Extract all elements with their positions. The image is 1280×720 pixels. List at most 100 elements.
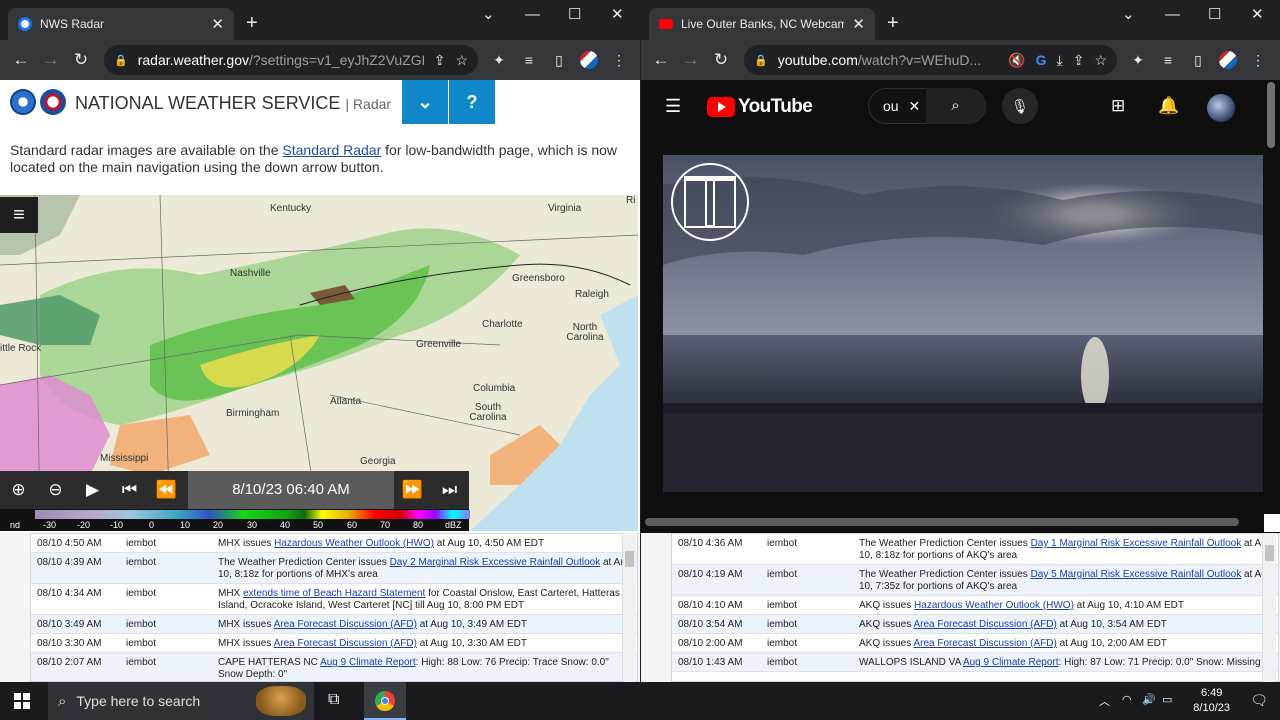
chrome-taskbar-button[interactable] [364,682,406,720]
browser-toolbar: ← → ↻ 🔒 radar.weather.gov/?settings=v1_e… [0,40,640,80]
battery-icon[interactable]: ▭ [1162,693,1172,706]
profile-avatar[interactable] [580,51,598,69]
browser-menu-icon[interactable]: ⋮ [1243,52,1273,69]
step-forward-icon[interactable]: ⏩ [394,480,431,500]
row-link[interactable]: Day 1 Marginal Risk Excessive Rainfall O… [1031,538,1242,549]
wifi-icon[interactable]: ◠ [1122,693,1132,706]
back-icon[interactable]: ← [6,50,36,70]
share-icon[interactable]: ⇪ [434,52,446,69]
audio-icon[interactable]: 🔇 [1008,52,1025,69]
close-window-icon[interactable]: ✕ [1251,6,1264,24]
youtube-search-box[interactable]: ou ✕ ⌕ [868,88,986,124]
notifications-icon[interactable]: 🗨 [1250,692,1268,709]
windows-start-icon[interactable] [14,693,30,709]
row-message: The Weather Prediction Center issues Day… [859,569,1273,592]
nav-dropdown-button[interactable]: ⌄ [402,80,448,124]
forward-icon[interactable]: → [676,50,706,70]
step-last-icon[interactable]: ⏭ [431,480,468,500]
search-input[interactable]: ou [883,98,899,115]
help-button[interactable]: ? [449,80,495,124]
row-author: iembot [767,569,798,580]
voice-search-button[interactable]: 🎙 [1002,88,1038,124]
row-link[interactable]: Day 5 Marginal Risk Excessive Rainfall O… [1031,569,1242,580]
reload-icon[interactable]: ↻ [706,50,736,70]
profile-avatar[interactable] [1219,51,1237,69]
step-first-icon[interactable]: ⏮ [111,480,148,500]
create-video-icon[interactable]: ⊞ [1111,96,1125,116]
address-bar[interactable]: 🔒 radar.weather.gov/?settings=v1_eyJhZ2V… [104,45,478,75]
tab-close-icon[interactable]: ✕ [211,15,224,33]
page-scrollbar[interactable] [1267,82,1275,148]
extensions-icon[interactable]: ✦ [484,52,514,69]
row-date: 08/10 3:49 AM [37,619,102,630]
row-link[interactable]: Area Forecast Discussion (AFD) [274,638,417,649]
reading-list-icon[interactable]: ≡ [514,52,544,68]
hamburger-icon: ≡ [13,204,25,226]
zoom-out-icon[interactable]: ⊖ [37,480,74,500]
reload-icon[interactable]: ↻ [66,50,96,70]
feed-scrollbar[interactable] [1262,533,1276,682]
row-link[interactable]: Aug 9 Climate Report [320,657,416,668]
map-menu-button[interactable]: ≡ [0,197,38,233]
row-message: AKQ issues Area Forecast Discussion (AFD… [859,619,1167,630]
reading-list-icon[interactable]: ≡ [1153,52,1183,68]
bookmark-star-icon[interactable]: ☆ [455,52,468,69]
share-icon[interactable]: ⇪ [1073,52,1085,69]
row-link[interactable]: extends time of Beach Hazard Statement [243,588,425,599]
side-panel-icon[interactable]: ▯ [1183,52,1213,69]
address-bar[interactable]: 🔒 youtube.com/watch?v=WEhuD... 🔇 G ⤓ ⇪ ☆ [744,45,1117,75]
notifications-bell-icon[interactable]: 🔔 [1158,96,1179,116]
volume-icon[interactable]: 🔊 [1142,693,1156,706]
google-icon[interactable]: G [1036,52,1047,68]
new-tab-icon[interactable]: + [246,10,258,36]
new-tab-icon[interactable]: + [887,10,899,36]
horizontal-scrollbar[interactable] [645,518,1239,526]
play-icon[interactable]: ▶ [74,480,111,500]
row-link[interactable]: Area Forecast Discussion (AFD) [913,619,1056,630]
bookmark-star-icon[interactable]: ☆ [1094,52,1107,69]
tray-chevron-up-icon[interactable]: ︿ [1099,693,1110,709]
tab-close-icon[interactable]: ✕ [852,15,865,33]
tab-search-chevron-icon[interactable]: ⌄ [482,6,495,24]
account-avatar[interactable] [1207,94,1235,122]
close-window-icon[interactable]: ✕ [611,6,624,24]
browser-menu-icon[interactable]: ⋮ [604,52,634,69]
task-view-icon[interactable]: ⧉ [328,691,339,709]
row-link[interactable]: Day 2 Marginal Risk Excessive Rainfall O… [390,557,601,568]
tab-youtube-webcam[interactable]: Live Outer Banks, NC Webcam fro ✕ [649,8,875,40]
row-date: 08/10 3:30 AM [37,638,102,649]
url-path: /watch?v=WEhuD... [857,52,982,68]
minimize-icon[interactable]: — [525,6,540,24]
youtube-play-logo-icon [707,97,735,117]
tab-search-chevron-icon[interactable]: ⌄ [1122,6,1135,24]
row-link[interactable]: Area Forecast Discussion (AFD) [274,619,417,630]
back-icon[interactable]: ← [646,50,676,70]
taskbar-clock[interactable]: 6:49 8/10/23 [1193,686,1230,716]
row-author: iembot [126,588,157,599]
forward-icon[interactable]: → [36,50,66,70]
zoom-in-icon[interactable]: ⊕ [0,480,37,500]
extensions-icon[interactable]: ✦ [1123,52,1153,69]
step-back-icon[interactable]: ⏪ [148,480,185,500]
row-link[interactable]: Hazardous Weather Outlook (HWO) [274,538,434,549]
row-date: 08/10 4:34 AM [37,588,102,599]
side-panel-icon[interactable]: ▯ [544,52,574,69]
taskbar-search-box[interactable]: ⌕ Type here to search [48,682,314,720]
map-label: Georgia [360,456,396,467]
row-link[interactable]: Aug 9 Climate Report [963,657,1059,668]
tab-nws-radar[interactable]: NWS Radar ✕ [8,8,234,40]
hamburger-icon[interactable]: ☰ [665,96,681,117]
row-link[interactable]: Hazardous Weather Outlook (HWO) [914,600,1074,611]
search-button[interactable]: ⌕ [926,88,985,124]
clear-search-icon[interactable]: ✕ [908,98,920,115]
youtube-logo[interactable]: YouTube [707,96,813,118]
minimize-icon[interactable]: — [1165,6,1180,24]
standard-radar-link[interactable]: Standard Radar [282,142,381,158]
row-link[interactable]: Area Forecast Discussion (AFD) [913,638,1056,649]
maximize-icon[interactable]: ☐ [568,6,581,24]
video-player[interactable] [663,155,1263,492]
windows-taskbar: ⌕ Type here to search ⧉ ︿ ◠ 🔊 ▭ 6:49 8/1… [0,682,1280,720]
maximize-icon[interactable]: ☐ [1208,6,1221,24]
feed-scrollbar[interactable] [622,533,636,682]
install-icon[interactable]: ⤓ [1057,52,1063,69]
